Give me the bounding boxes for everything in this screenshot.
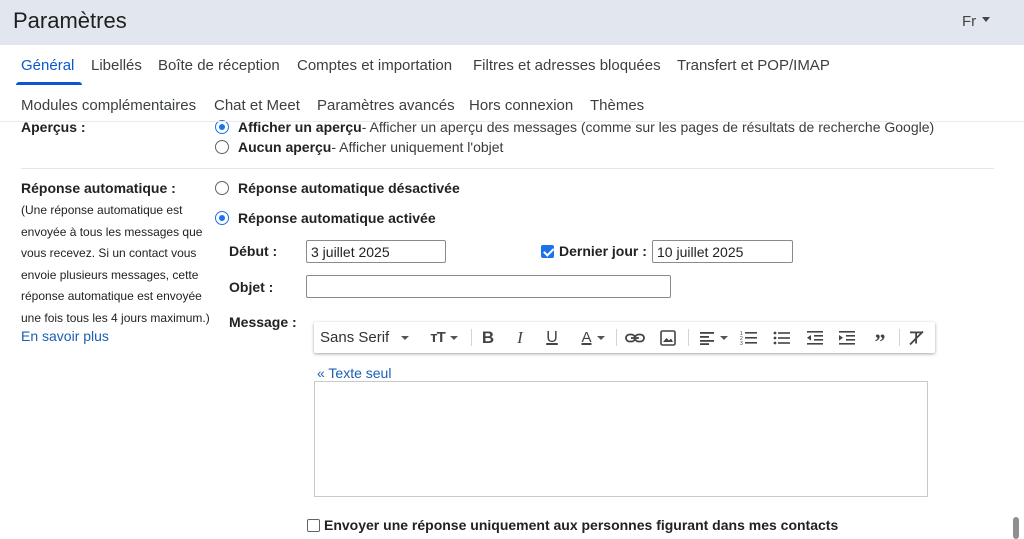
insert-image-button[interactable] [656,322,680,353]
tab-labels[interactable]: Libellés [91,57,142,74]
page-title: Paramètres [13,8,127,33]
toolbar-divider [688,329,689,346]
previews-none-desc: - Afficher uniquement l'objet [331,139,504,155]
settings-header: Paramètres Fr [0,0,1024,45]
plain-text-link[interactable]: « Texte seul [317,365,391,381]
indent-more-icon [839,330,855,345]
indent-button[interactable] [836,322,858,353]
underline-icon: U [546,328,558,346]
language-label: Fr [962,13,977,30]
auto-reply-description: (Une réponse automatique est envoyée à t… [21,203,210,325]
tab-offline[interactable]: Hors connexion [469,97,573,114]
contacts-only-label: Envoyer une réponse uniquement aux perso… [324,517,839,533]
quote-icon: ” [874,328,886,354]
message-label: Message : [229,314,297,330]
font-family-select[interactable]: Sans Serif [318,322,414,353]
tab-filters-blocked[interactable]: Filtres et adresses bloquées [473,57,661,74]
last-day-checkbox[interactable] [541,244,554,258]
remove-formatting-button[interactable] [906,322,928,353]
learn-more-link[interactable]: En savoir plus [21,328,109,344]
tab-inbox[interactable]: Boîte de réception [158,57,280,74]
svg-text:3: 3 [740,341,743,346]
auto-reply-on-option[interactable]: Réponse automatique activée [215,210,436,226]
bulleted-list-button[interactable] [771,322,793,353]
link-icon [625,333,645,342]
scrollbar-thumb[interactable] [1013,517,1019,539]
quote-button[interactable]: ” [869,322,891,353]
previews-option-none[interactable]: Aucun aperçu - Afficher uniquement l'obj… [215,139,503,155]
language-menu-button[interactable]: Fr [962,13,991,30]
font-family-value: Sans Serif [320,329,390,346]
numbered-list-icon: 1 2 3 [740,331,757,346]
formatting-toolbar: Sans Serif тT B I U A 1 2 3 ” [314,322,935,353]
message-editor[interactable] [314,381,928,497]
insert-link-button[interactable] [623,322,647,353]
previews-none-title: Aucun aperçu [238,139,332,155]
start-date-input[interactable] [306,240,446,263]
chevron-down-icon [982,17,991,22]
toolbar-divider [616,329,617,346]
tab-accounts-import[interactable]: Comptes et importation [297,57,452,74]
active-tab-indicator [16,82,82,85]
tabs-divider [0,121,1024,122]
numbered-list-button[interactable]: 1 2 3 [738,322,760,353]
previews-none-radio[interactable] [215,140,229,154]
tab-chat-meet[interactable]: Chat et Meet [214,97,300,114]
tab-forwarding-pop-imap[interactable]: Transfert et POP/IMAP [677,57,830,74]
text-size-icon: тT [430,329,445,346]
bold-button[interactable]: B [477,322,499,353]
bulleted-list-icon [773,331,790,344]
toolbar-divider [899,329,900,346]
tab-add-ons[interactable]: Modules complémentaires [21,97,196,114]
text-color-button[interactable]: A [575,322,611,353]
align-button[interactable] [695,322,731,353]
last-day-label: Dernier jour : [559,243,647,259]
indent-less-icon [807,330,823,345]
subject-label: Objet : [229,279,274,295]
auto-reply-on-radio[interactable] [215,211,229,225]
font-size-button[interactable]: тT [424,322,464,353]
clear-formatting-icon [909,330,924,345]
italic-icon: I [517,327,523,347]
text-color-icon: A [581,329,592,346]
chevron-down-icon [596,335,605,340]
last-day-option[interactable]: Dernier jour : [541,243,647,259]
tab-themes[interactable]: Thèmes [590,97,644,114]
outdent-button[interactable] [804,322,826,353]
auto-reply-off-radio[interactable] [215,181,229,195]
chevron-down-icon [719,335,728,340]
subject-input[interactable] [306,275,671,298]
chevron-down-icon [449,335,458,340]
tab-general[interactable]: Général [21,57,74,74]
align-left-icon [699,331,714,345]
section-divider [21,168,994,169]
toolbar-divider [471,329,472,346]
italic-button[interactable]: I [509,322,531,353]
contacts-only-option[interactable]: Envoyer une réponse uniquement aux perso… [307,517,838,533]
auto-reply-off-option[interactable]: Réponse automatique désactivée [215,180,460,196]
image-icon [660,329,676,346]
previews-show-radio[interactable] [215,120,229,134]
chevron-down-icon [401,335,410,340]
last-day-input[interactable] [652,240,793,263]
start-date-label: Début : [229,243,278,259]
contacts-only-checkbox[interactable] [307,518,320,532]
tab-advanced[interactable]: Paramètres avancés [317,97,455,114]
auto-reply-on-label: Réponse automatique activée [238,210,436,226]
underline-button[interactable]: U [541,322,563,353]
bold-icon: B [481,327,495,347]
auto-reply-off-label: Réponse automatique désactivée [238,180,460,196]
auto-reply-label: Réponse automatique : [21,180,176,196]
